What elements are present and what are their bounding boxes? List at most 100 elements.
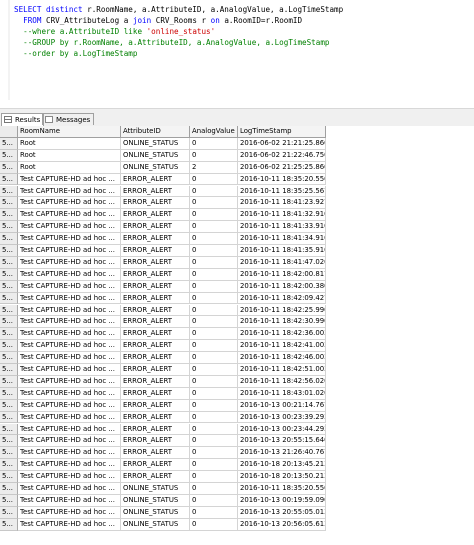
cell-attributeid[interactable]: ONLINE_STATUS [121, 506, 190, 519]
cell-attributeid[interactable]: ERROR_ALERT [121, 221, 190, 234]
cell-analogvalue[interactable]: 0 [190, 268, 238, 281]
cell-logtimestamp[interactable]: 2016-10-11 18:42:46.003 [238, 352, 326, 364]
cell-logtimestamp[interactable]: 2016-10-11 18:43:01.020 [238, 387, 326, 400]
cell-analogvalue[interactable]: 0 [190, 316, 238, 329]
column-header[interactable]: LogTimeStamp [238, 126, 326, 138]
cell-roomname[interactable]: Test CAPTURE-HD ad hoc ... [18, 316, 121, 329]
table-row[interactable]: 5... Test CAPTURE-HD ad hoc ... ERROR_ALER… [0, 399, 326, 412]
table-row[interactable]: 5... Test CAPTURE-HD ad hoc ... ERROR_ALER… [0, 352, 326, 364]
cell-logtimestamp[interactable]: 2016-06-02 21:25:25.860 [238, 161, 326, 174]
table-row[interactable]: 5... Test CAPTURE-HD ad hoc ... ERROR_ALER… [0, 197, 326, 210]
cell-analogvalue[interactable]: 0 [190, 459, 238, 472]
cell-attributeid[interactable]: ERROR_ALERT [121, 304, 190, 317]
column-header[interactable]: RoomName [18, 126, 121, 138]
cell-logtimestamp[interactable]: 2016-10-11 18:42:25.990 [238, 304, 326, 317]
table-row[interactable]: 5... Test CAPTURE-HD ad hoc ... ERROR_ALER… [0, 340, 326, 353]
cell-attributeid[interactable]: ONLINE_STATUS [121, 161, 190, 174]
table-row[interactable]: 5... Test CAPTURE-HD ad hoc ... ERROR_ALER… [0, 316, 326, 329]
cell-attributeid[interactable]: ERROR_ALERT [121, 209, 190, 222]
row-header[interactable]: 5... [0, 340, 18, 353]
row-header[interactable]: 5... [0, 149, 18, 162]
table-row[interactable]: 5... Test CAPTURE-HD ad hoc ... ERROR_ALER… [0, 268, 326, 281]
cell-roomname[interactable]: Test CAPTURE-HD ad hoc ... [18, 494, 121, 507]
table-row[interactable]: 5... Test CAPTURE-HD ad hoc ... ONLINE_STA… [0, 483, 326, 495]
cell-roomname[interactable]: Test CAPTURE-HD ad hoc ... [18, 352, 121, 364]
row-header[interactable]: 5... [0, 268, 18, 281]
cell-attributeid[interactable]: ERROR_ALERT [121, 435, 190, 448]
cell-logtimestamp[interactable]: 2016-10-11 18:35:20.550 [238, 173, 326, 186]
row-header[interactable]: 5... [0, 233, 18, 245]
table-row[interactable]: 5... Test CAPTURE-HD ad hoc ... ERROR_ALER… [0, 173, 326, 186]
row-header[interactable]: 5... [0, 173, 18, 186]
cell-analogvalue[interactable]: 0 [190, 364, 238, 376]
table-row[interactable]: 5... Test CAPTURE-HD ad hoc ... ERROR_ALER… [0, 221, 326, 234]
cell-roomname[interactable]: Test CAPTURE-HD ad hoc ... [18, 280, 121, 293]
table-row[interactable]: 5... Test CAPTURE-HD ad hoc ... ERROR_ALER… [0, 459, 326, 472]
cell-roomname[interactable]: Test CAPTURE-HD ad hoc ... [18, 471, 121, 483]
cell-attributeid[interactable]: ERROR_ALERT [121, 399, 190, 412]
cell-analogvalue[interactable]: 0 [190, 352, 238, 364]
table-row[interactable]: 5... Test CAPTURE-HD ad hoc ... ERROR_ALER… [0, 411, 326, 424]
cell-analogvalue[interactable]: 0 [190, 494, 238, 507]
table-row[interactable]: 5... Test CAPTURE-HD ad hoc ... ERROR_ALER… [0, 280, 326, 293]
cell-analogvalue[interactable]: 0 [190, 173, 238, 186]
cell-logtimestamp[interactable]: 2016-10-11 18:41:32.910 [238, 209, 326, 222]
cell-roomname[interactable]: Test CAPTURE-HD ad hoc ... [18, 483, 121, 495]
cell-roomname[interactable]: Test CAPTURE-HD ad hoc ... [18, 411, 121, 424]
sql-query-editor[interactable]: SELECT distinct r.RoomName, a.AttributeI… [0, 0, 474, 108]
results-grid[interactable]: RoomName AttributeID AnalogValue LogTime… [0, 126, 474, 545]
grid-select-all-corner[interactable] [0, 126, 18, 138]
cell-attributeid[interactable]: ONLINE_STATUS [121, 494, 190, 507]
table-row[interactable]: 5... Test CAPTURE-HD ad hoc ... ERROR_ALER… [0, 185, 326, 198]
cell-analogvalue[interactable]: 0 [190, 197, 238, 210]
row-header[interactable]: 5... [0, 494, 18, 507]
cell-roomname[interactable]: Test CAPTURE-HD ad hoc ... [18, 435, 121, 448]
table-row[interactable]: 5... Test CAPTURE-HD ad hoc ... ERROR_ALER… [0, 209, 326, 222]
cell-logtimestamp[interactable]: 2016-10-13 21:26:40.767 [238, 447, 326, 460]
row-header[interactable]: 5... [0, 256, 18, 269]
table-row[interactable]: 5... Test CAPTURE-HD ad hoc ... ERROR_ALER… [0, 304, 326, 317]
cell-analogvalue[interactable]: 0 [190, 304, 238, 317]
cell-attributeid[interactable]: ERROR_ALERT [121, 256, 190, 269]
cell-analogvalue[interactable]: 0 [190, 185, 238, 198]
cell-roomname[interactable]: Root [18, 137, 121, 150]
cell-analogvalue[interactable]: 0 [190, 280, 238, 293]
row-header[interactable]: 5... [0, 161, 18, 174]
table-row[interactable]: 5... Test CAPTURE-HD ad hoc ... ERROR_ALER… [0, 233, 326, 245]
cell-roomname[interactable]: Test CAPTURE-HD ad hoc ... [18, 233, 121, 245]
cell-analogvalue[interactable]: 0 [190, 209, 238, 222]
cell-roomname[interactable]: Test CAPTURE-HD ad hoc ... [18, 399, 121, 412]
cell-logtimestamp[interactable]: 2016-10-13 00:23:39.293 [238, 411, 326, 424]
cell-attributeid[interactable]: ERROR_ALERT [121, 387, 190, 400]
cell-attributeid[interactable]: ERROR_ALERT [121, 316, 190, 329]
cell-analogvalue[interactable]: 0 [190, 233, 238, 245]
table-row[interactable]: 5... Test CAPTURE-HD ad hoc ... ERROR_ALER… [0, 292, 326, 305]
table-row[interactable]: 5... Test CAPTURE-HD ad hoc ... ERROR_ALER… [0, 423, 326, 436]
row-header[interactable]: 5... [0, 137, 18, 150]
row-header[interactable]: 5... [0, 506, 18, 519]
cell-logtimestamp[interactable]: 2016-10-11 18:42:30.990 [238, 316, 326, 329]
cell-analogvalue[interactable]: 0 [190, 411, 238, 424]
row-header[interactable]: 5... [0, 245, 18, 257]
table-row[interactable]: 5... Test CAPTURE-HD ad hoc ... ONLINE_STA… [0, 518, 326, 531]
row-header[interactable]: 5... [0, 352, 18, 364]
cell-analogvalue[interactable]: 0 [190, 245, 238, 257]
cell-roomname[interactable]: Test CAPTURE-HD ad hoc ... [18, 292, 121, 305]
row-header[interactable]: 5... [0, 447, 18, 460]
cell-analogvalue[interactable]: 0 [190, 292, 238, 305]
row-header[interactable]: 5... [0, 197, 18, 210]
column-header[interactable]: AttributeID [121, 126, 190, 138]
cell-roomname[interactable]: Test CAPTURE-HD ad hoc ... [18, 209, 121, 222]
cell-analogvalue[interactable]: 0 [190, 340, 238, 353]
cell-logtimestamp[interactable]: 2016-06-02 21:21:25.860 [238, 137, 326, 150]
table-row[interactable]: 5... Test CAPTURE-HD ad hoc ... ONLINE_STA… [0, 494, 326, 507]
cell-roomname[interactable]: Test CAPTURE-HD ad hoc ... [18, 328, 121, 341]
table-row[interactable]: 5... Test CAPTURE-HD ad hoc ... ERROR_ALER… [0, 471, 326, 483]
cell-analogvalue[interactable]: 0 [190, 471, 238, 483]
tab-messages[interactable]: Messages [42, 113, 95, 125]
cell-analogvalue[interactable]: 0 [190, 375, 238, 388]
cell-logtimestamp[interactable]: 2016-10-11 18:35:20.550 [238, 483, 326, 495]
cell-logtimestamp[interactable]: 2016-10-11 18:41:47.020 [238, 256, 326, 269]
row-header[interactable]: 5... [0, 518, 18, 531]
row-header[interactable]: 5... [0, 209, 18, 222]
